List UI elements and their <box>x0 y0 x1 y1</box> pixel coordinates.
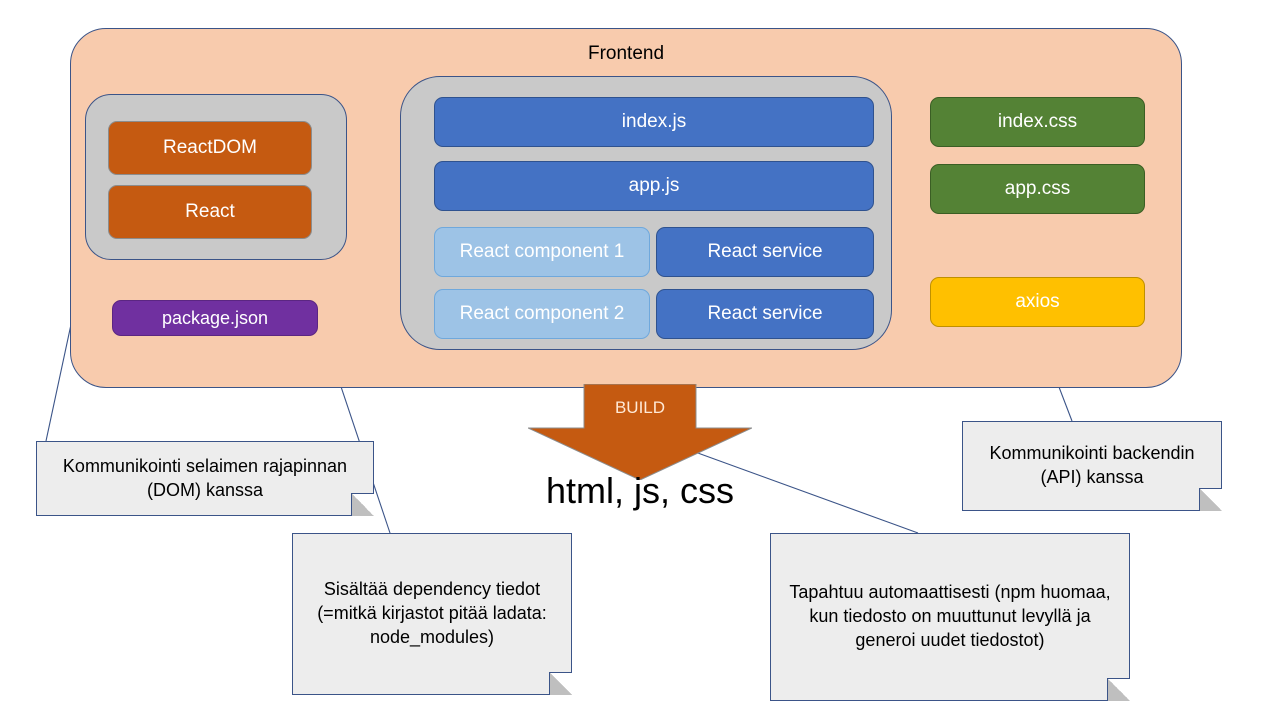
note-package-json-explanation-text: Sisältää dependency tiedot (=mitkä kirja… <box>317 579 547 647</box>
note-api-communication: Kommunikointi backendin (API) kanssa <box>962 421 1222 511</box>
node-react-component-2-label: React component 2 <box>459 303 625 325</box>
note-package-json-explanation: Sisältää dependency tiedot (=mitkä kirja… <box>292 533 572 695</box>
page-fold-icon <box>351 493 374 516</box>
note-build-explanation: Tapahtuu automaattisesti (npm huomaa, ku… <box>770 533 1130 701</box>
node-package-json-label: package.json <box>161 307 269 328</box>
build-label: BUILD <box>614 398 666 417</box>
note-dom-communication: Kommunikointi selaimen rajapinnan (DOM) … <box>36 441 374 516</box>
build-output-label: html, js, css <box>545 470 734 511</box>
node-react-service-1[interactable]: React service <box>656 227 874 277</box>
node-app-js-label: app.js <box>628 175 680 197</box>
node-app-js[interactable]: app.js <box>434 161 874 211</box>
node-react-service-2[interactable]: React service <box>656 289 874 339</box>
node-index-css[interactable]: index.css <box>930 97 1145 147</box>
diagram-canvas: Frontend ReactDOM React package.json ind… <box>0 0 1280 720</box>
page-fold-icon <box>1199 488 1222 511</box>
note-api-communication-text: Kommunikointi backendin (API) kanssa <box>989 443 1195 487</box>
node-react-component-1[interactable]: React component 1 <box>434 227 650 277</box>
node-react-component-2[interactable]: React component 2 <box>434 289 650 339</box>
node-react-label: React <box>185 201 235 223</box>
node-react[interactable]: React <box>108 185 312 239</box>
note-build-explanation-text: Tapahtuu automaattisesti (npm huomaa, ku… <box>789 582 1111 650</box>
node-reactdom-label: ReactDOM <box>163 137 257 159</box>
node-app-css[interactable]: app.css <box>930 164 1145 214</box>
node-package-json[interactable]: package.json <box>112 300 318 336</box>
node-index-js-label: index.js <box>621 111 687 133</box>
node-react-service-2-label: React service <box>707 303 823 325</box>
node-react-service-1-label: React service <box>707 241 823 263</box>
page-fold-icon <box>1107 678 1130 701</box>
node-reactdom[interactable]: ReactDOM <box>108 121 312 175</box>
node-index-js[interactable]: index.js <box>434 97 874 147</box>
page-fold-icon <box>549 672 572 695</box>
node-axios[interactable]: axios <box>930 277 1145 327</box>
node-react-component-1-label: React component 1 <box>459 241 625 263</box>
node-app-css-label: app.css <box>1004 178 1071 200</box>
note-dom-communication-text: Kommunikointi selaimen rajapinnan (DOM) … <box>62 455 348 500</box>
frontend-title: Frontend <box>587 43 665 64</box>
node-axios-label: axios <box>1015 291 1060 313</box>
node-index-css-label: index.css <box>997 111 1078 133</box>
